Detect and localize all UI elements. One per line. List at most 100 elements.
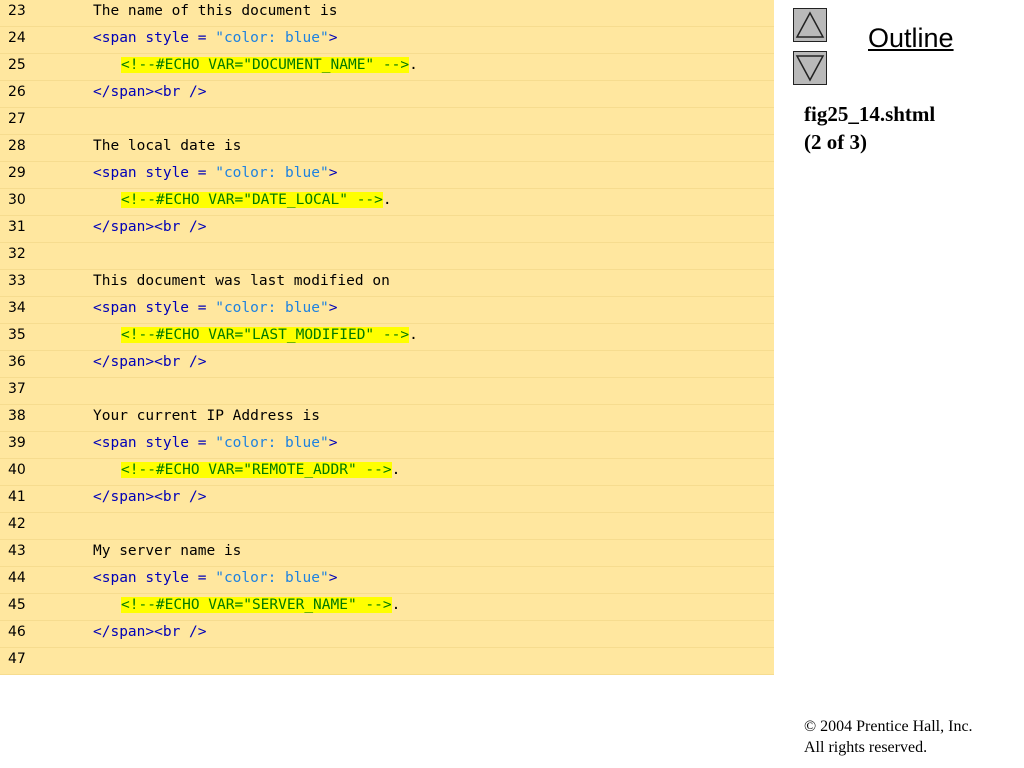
attribute-value: "color: blue" [215, 570, 329, 586]
code-text: </span><br /> [93, 621, 207, 643]
html-tag: <span style = [93, 435, 216, 451]
code-text: Your current IP Address is [93, 405, 320, 427]
code-text: <span style = "color: blue"> [93, 297, 337, 319]
line-number: 40 [8, 462, 26, 478]
code-line: 32 [0, 243, 774, 270]
code-text: <span style = "color: blue"> [93, 567, 337, 589]
attribute-value: "color: blue" [215, 300, 329, 316]
code-text: <span style = "color: blue"> [93, 162, 337, 184]
slide-caption: fig25_14.shtml (2 of 3) [804, 100, 935, 156]
line-number: 31 [8, 219, 26, 235]
code-line: 42 [0, 513, 774, 540]
html-tag: </span><br /> [93, 354, 207, 370]
code-text: </span><br /> [93, 486, 207, 508]
line-number: 27 [8, 111, 26, 127]
line-number: 28 [8, 138, 26, 154]
html-tag: > [328, 165, 338, 181]
ssi-directive: <!--#ECHO VAR="SERVER_NAME" --> [121, 597, 392, 613]
html-tag: </span><br /> [93, 219, 207, 235]
html-tag: <span style = [93, 300, 216, 316]
line-number: 45 [8, 597, 26, 613]
line-number: 34 [8, 300, 26, 316]
code-line: 34 <span style = "color: blue"> [0, 297, 774, 324]
line-number: 30 [8, 192, 26, 208]
line-number: 24 [8, 30, 26, 46]
attribute-value: "color: blue" [215, 30, 329, 46]
code-token: . [409, 327, 418, 343]
line-number: 33 [8, 273, 26, 289]
html-tag: </span><br /> [93, 84, 207, 100]
html-tag: > [328, 300, 338, 316]
line-number: 41 [8, 489, 26, 505]
code-text: <!--#ECHO VAR="LAST_MODIFIED" -->. [121, 324, 418, 346]
line-number: 36 [8, 354, 26, 370]
html-tag: > [328, 435, 338, 451]
code-line: 35 <!--#ECHO VAR="LAST_MODIFIED" -->. [0, 324, 774, 351]
code-text: <span style = "color: blue"> [93, 27, 337, 49]
previous-slide-button[interactable] [793, 8, 827, 42]
triangle-down-icon [795, 55, 825, 82]
code-line: 27 [0, 108, 774, 135]
html-tag: <span style = [93, 165, 216, 181]
line-number: 37 [8, 381, 26, 397]
code-line: 46 </span><br /> [0, 621, 774, 648]
code-text: </span><br /> [93, 81, 207, 103]
html-tag: </span><br /> [93, 489, 207, 505]
code-token: My server name is [93, 543, 242, 559]
copyright-text: © 2004 Prentice Hall, Inc. [804, 718, 973, 735]
html-tag: <span style = [93, 30, 216, 46]
line-number: 46 [8, 624, 26, 640]
code-line: 29 <span style = "color: blue"> [0, 162, 774, 189]
code-line: 31 </span><br /> [0, 216, 774, 243]
line-number: 39 [8, 435, 26, 451]
code-line: 39 <span style = "color: blue"> [0, 432, 774, 459]
next-slide-button[interactable] [793, 51, 827, 85]
ssi-directive: <!--#ECHO VAR="DATE_LOCAL" --> [121, 192, 383, 208]
code-line: 33 This document was last modified on [0, 270, 774, 297]
code-line: 25 <!--#ECHO VAR="DOCUMENT_NAME" -->. [0, 54, 774, 81]
code-line: 43 My server name is [0, 540, 774, 567]
rights-text: All rights reserved. [804, 739, 928, 756]
outline-link[interactable]: Outline [868, 23, 954, 54]
attribute-value: "color: blue" [215, 435, 329, 451]
ssi-directive: <!--#ECHO VAR="REMOTE_ADDR" --> [121, 462, 392, 478]
line-number: 29 [8, 165, 26, 181]
code-line: 23 The name of this document is [0, 0, 774, 27]
code-text: The local date is [93, 135, 241, 157]
line-number: 44 [8, 570, 26, 586]
line-number: 23 [8, 3, 26, 19]
code-line: 36 </span><br /> [0, 351, 774, 378]
code-line: 38 Your current IP Address is [0, 405, 774, 432]
code-token: The name of this document is [93, 3, 338, 19]
code-text: <!--#ECHO VAR="SERVER_NAME" -->. [121, 594, 400, 616]
line-number: 35 [8, 327, 26, 343]
code-text: <!--#ECHO VAR="REMOTE_ADDR" -->. [121, 459, 400, 481]
code-text: The name of this document is [93, 0, 337, 22]
code-token: The local date is [93, 138, 242, 154]
html-tag: </span><br /> [93, 624, 207, 640]
code-line: 24 <span style = "color: blue"> [0, 27, 774, 54]
code-token: . [391, 462, 401, 478]
code-text: </span><br /> [93, 216, 207, 238]
line-number: 25 [8, 57, 26, 73]
code-line: 28 The local date is [0, 135, 774, 162]
code-token: . [382, 192, 392, 208]
ssi-directive: <!--#ECHO VAR="LAST_MODIFIED" --> [121, 327, 410, 343]
line-number: 26 [8, 84, 26, 100]
ssi-directive: <!--#ECHO VAR="DOCUMENT_NAME" --> [121, 57, 410, 73]
attribute-value: "color: blue" [215, 165, 329, 181]
triangle-up-icon [795, 11, 825, 38]
code-text: <span style = "color: blue"> [93, 432, 337, 454]
html-tag: <span style = [93, 570, 216, 586]
code-token: . [409, 57, 418, 73]
code-line: 47 [0, 648, 774, 675]
code-line: 37 [0, 378, 774, 405]
line-number: 32 [8, 246, 26, 262]
code-line: 44 <span style = "color: blue"> [0, 567, 774, 594]
line-number: 43 [8, 543, 26, 559]
code-listing: 23 The name of this document is 24 <span st… [0, 0, 774, 675]
html-tag: > [328, 570, 338, 586]
caption-filename: fig25_14.shtml [804, 102, 936, 126]
code-text: <!--#ECHO VAR="DOCUMENT_NAME" -->. [121, 54, 418, 76]
line-number: 47 [8, 651, 26, 667]
